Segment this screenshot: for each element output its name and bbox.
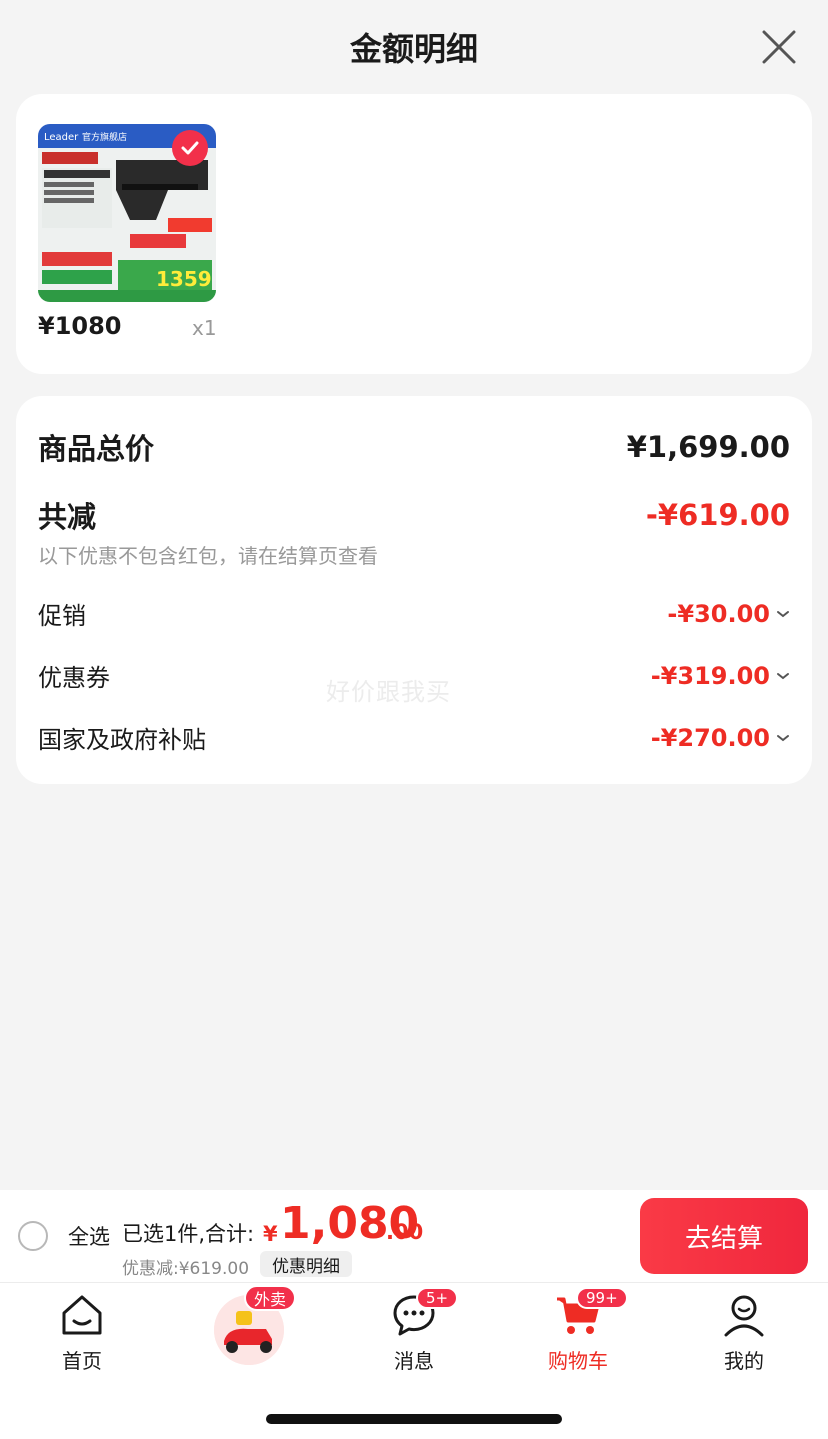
close-button[interactable] (760, 28, 798, 66)
reduction-row: 共减 -¥619.00 (38, 494, 790, 536)
discount-note: 以下优惠不包含红包，请在结算页查看 (38, 544, 378, 568)
selected-count: 已选1件,合计: (122, 1222, 255, 1246)
tab-cart[interactable]: 99+ 购物车 (508, 1287, 648, 1381)
promotion-value: -¥30.00 (667, 600, 790, 628)
total-price-value: ¥1,699.00 (626, 430, 790, 464)
discount-text: 优惠减:¥619.00 (122, 1259, 250, 1279)
svg-text:1359: 1359 (156, 267, 212, 291)
chevron-down-icon (777, 672, 789, 679)
tab-home[interactable]: 首页 (12, 1291, 152, 1381)
subsidy-value: -¥270.00 (651, 724, 790, 752)
promotion-label: 促销 (38, 602, 86, 630)
home-icon (58, 1291, 106, 1339)
select-all-radio[interactable] (18, 1221, 48, 1251)
selected-check-badge[interactable] (172, 130, 208, 166)
watermark: 好价跟我买 (326, 678, 451, 706)
tab-messages[interactable]: 5+ 消息 (344, 1287, 484, 1381)
total-decimal: .00 (386, 1220, 424, 1244)
coupon-amount: -¥319.00 (650, 661, 770, 690)
total-price-row: 商品总价 ¥1,699.00 (38, 426, 790, 468)
chevron-down-icon (777, 610, 789, 617)
product-card: Leader 官方旗舰店 1359 ¥1080 x1 (16, 94, 812, 374)
checkout-button[interactable]: 去结算 (640, 1198, 808, 1274)
select-all-label[interactable]: 全选 (68, 1221, 110, 1251)
cart-icon: 99+ (554, 1287, 628, 1339)
tab-profile[interactable]: 我的 (674, 1291, 814, 1381)
coupon-label: 优惠券 (38, 664, 110, 692)
subsidy-amount: -¥270.00 (650, 723, 770, 752)
promotion-row[interactable]: 促销 -¥30.00 (38, 596, 790, 631)
price-detail-card: 商品总价 ¥1,699.00 共减 -¥619.00 以下优惠不包含红包，请在结… (16, 396, 812, 784)
home-indicator (266, 1414, 562, 1424)
product-quantity: x1 (192, 316, 217, 340)
svg-text:官方旗舰店: 官方旗舰店 (82, 131, 127, 143)
chevron-down-icon (777, 734, 789, 741)
reduction-value: -¥619.00 (645, 498, 790, 532)
promotion-amount: -¥30.00 (667, 599, 770, 628)
subsidy-label: 国家及政府补贴 (38, 726, 206, 754)
profile-icon (720, 1291, 768, 1339)
tab-profile-label: 我的 (724, 1349, 764, 1373)
reduction-label: 共减 (38, 500, 97, 534)
subsidy-row[interactable]: 国家及政府补贴 -¥270.00 (38, 720, 790, 755)
messages-badge: 5+ (416, 1287, 459, 1309)
header: 金额明细 (0, 0, 828, 94)
discount-detail-button[interactable]: 优惠明细 (260, 1251, 352, 1277)
waimai-badge: 外卖 (244, 1285, 297, 1311)
total-price-label: 商品总价 (38, 432, 155, 466)
close-icon (762, 30, 796, 64)
page-title: 金额明细 (349, 30, 478, 68)
checkout-bar: 全选 已选1件,合计: ¥ 1,080 .00 优惠减:¥619.00 优惠明细… (0, 1190, 828, 1282)
total-currency: ¥ (263, 1222, 278, 1246)
checkmark-icon (181, 141, 199, 155)
coupon-value: -¥319.00 (651, 662, 790, 690)
tab-messages-label: 消息 (394, 1349, 434, 1373)
message-icon: 5+ (390, 1287, 459, 1339)
tab-home-label: 首页 (62, 1349, 102, 1373)
product-price: ¥1080 (38, 312, 122, 340)
svg-text:Leader: Leader (44, 132, 79, 143)
cart-badge: 99+ (576, 1287, 628, 1309)
tab-cart-label: 购物车 (548, 1349, 608, 1373)
